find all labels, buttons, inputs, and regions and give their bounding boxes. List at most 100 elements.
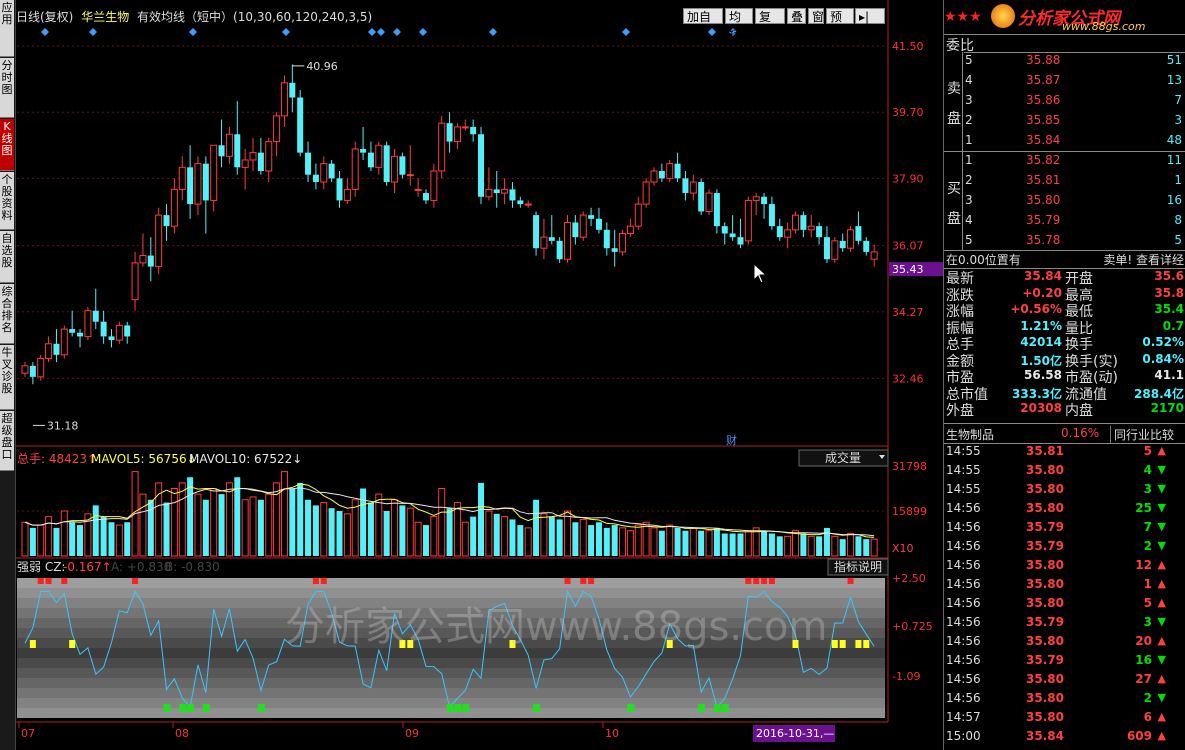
price-axis-label: 41.50: [892, 40, 924, 53]
sell-volume: 7: [1174, 93, 1182, 107]
signal-red-square: [132, 578, 139, 584]
toolbar-button-1[interactable]: 均线: [725, 8, 753, 40]
current-price-value: 35.43: [892, 263, 924, 276]
candle-body-up: [273, 115, 281, 143]
tick-price: 35.80: [1026, 501, 1064, 515]
industry-compare-button[interactable]: 同行业比较: [1110, 426, 1174, 443]
tick-price: 35.80: [1026, 634, 1064, 648]
volume-bar: [225, 482, 233, 557]
volume-bar: [517, 525, 524, 556]
volume-axis-label: 31798: [892, 460, 927, 473]
tick-time: 14:56: [946, 615, 981, 629]
left-tab-2[interactable]: K线图: [0, 119, 14, 171]
candle-body-down: [360, 148, 367, 153]
candle-body-down: [383, 145, 390, 183]
left-tab-5[interactable]: 综合排名: [0, 284, 14, 344]
arrow-down-icon: ▼: [1157, 463, 1166, 476]
indicator-band: [17, 678, 885, 688]
candle-body-up: [414, 188, 422, 191]
kline-chart-area[interactable]: 41.50 39.70 37.90 36.07 34.27 32.46 35.43 40.96…: [15, 0, 943, 750]
candle-body-down: [77, 332, 84, 337]
stat-value: 0.52%: [1142, 335, 1184, 349]
volume-bar: [241, 499, 249, 557]
buy-price[interactable]: 35.79: [1026, 213, 1060, 227]
volume-bar: [579, 518, 587, 557]
candle-body-down: [603, 229, 610, 249]
hline: [944, 423, 1185, 424]
volume-bar: [478, 482, 485, 556]
left-tab-1[interactable]: 分时图: [0, 58, 14, 118]
volume-bar: [588, 525, 595, 556]
candle-body-down: [509, 189, 516, 201]
notice-right[interactable]: 卖单! 查看详经: [1103, 251, 1184, 268]
candle-body-down: [556, 240, 563, 260]
sell-price[interactable]: 35.88: [1026, 53, 1060, 67]
signal-diamond: [708, 28, 716, 36]
volume-bar: [634, 524, 642, 557]
signal-diamond: [189, 28, 197, 36]
volume-bar: [619, 527, 627, 557]
toolbar-button-5[interactable]: 预测: [826, 8, 854, 40]
volume-total-label: 总手: 48423↑: [17, 452, 97, 466]
buy-price[interactable]: 35.81: [1026, 173, 1060, 187]
sell-price[interactable]: 35.87: [1026, 73, 1060, 87]
candle-body-down: [108, 336, 115, 341]
indicator-band: [17, 658, 885, 668]
candle-body-up: [178, 166, 186, 190]
volume-bar: [37, 524, 45, 557]
financial-report-marker[interactable]: 财: [726, 433, 737, 447]
stat-value: 0.84%: [1142, 351, 1184, 366]
left-tab-4[interactable]: 自选股: [0, 231, 14, 283]
candle-body-up: [60, 328, 68, 356]
stat-value: 42014: [1020, 335, 1062, 349]
toolbar-button-4[interactable]: 窗: [808, 8, 824, 24]
signal-yellow-square: [863, 640, 870, 648]
price-axis-label: 34.27: [892, 306, 924, 319]
tick-time: 14:56: [946, 558, 981, 572]
tick-price: 35.79: [1026, 520, 1064, 534]
volume-bar: [642, 521, 650, 557]
sell-price[interactable]: 35.86: [1026, 93, 1060, 107]
buy-price[interactable]: 35.80: [1026, 193, 1060, 207]
signal-diamond: [393, 28, 401, 36]
tick-price: 35.81: [1026, 444, 1064, 458]
sell-price[interactable]: 35.85: [1026, 113, 1060, 127]
left-tab-0[interactable]: 应用: [0, 0, 14, 57]
tick-time: 15:00: [946, 729, 981, 743]
volume-bar: [367, 502, 374, 556]
buy-price[interactable]: 35.82: [1026, 153, 1060, 167]
volume-bar: [163, 502, 170, 556]
candle-body-up: [847, 229, 855, 249]
candle-body-down: [478, 134, 485, 197]
period-label: 日线(复权): [16, 10, 74, 24]
tick-price: 35.80: [1026, 672, 1064, 686]
signal-yellow-square: [831, 640, 838, 648]
buy-label-1: 买: [947, 181, 961, 197]
left-tab-7[interactable]: 超级盘口: [0, 411, 14, 471]
toolbar-button-2[interactable]: 复权: [755, 8, 785, 40]
candle-body-down: [163, 215, 170, 227]
volume-bar: [115, 524, 123, 557]
candle-body-up: [792, 214, 800, 231]
volume-selector-label[interactable]: 成交量: [825, 450, 861, 465]
tick-volume: 7: [1143, 520, 1152, 534]
volume-bar: [92, 505, 99, 556]
candle-body-up: [194, 163, 202, 205]
volume-bar: [855, 536, 862, 556]
sell-price[interactable]: 35.84: [1026, 133, 1060, 147]
signal-diamond: [282, 28, 290, 36]
volume-bar: [650, 527, 658, 557]
left-tab-3[interactable]: 个股资料: [0, 172, 14, 230]
buy-price[interactable]: 35.78: [1026, 233, 1060, 247]
candle-body-up: [438, 122, 446, 172]
toolbar-button-0[interactable]: 加自选: [683, 8, 723, 40]
toolbar-button-3[interactable]: 叠: [787, 8, 806, 24]
stock-name: 华兰生物: [81, 10, 130, 24]
toolbar-button-6[interactable]: ▸|: [855, 8, 885, 24]
tick-volume: 25: [1135, 501, 1152, 515]
indicator-help-label[interactable]: 指标说明: [834, 559, 882, 574]
left-tab-6[interactable]: 牛叉诊股: [0, 345, 14, 410]
logo-url: www.88gs.com: [1062, 20, 1146, 33]
industry-name[interactable]: 生物制品: [946, 426, 994, 443]
signal-green-square: [446, 704, 454, 712]
